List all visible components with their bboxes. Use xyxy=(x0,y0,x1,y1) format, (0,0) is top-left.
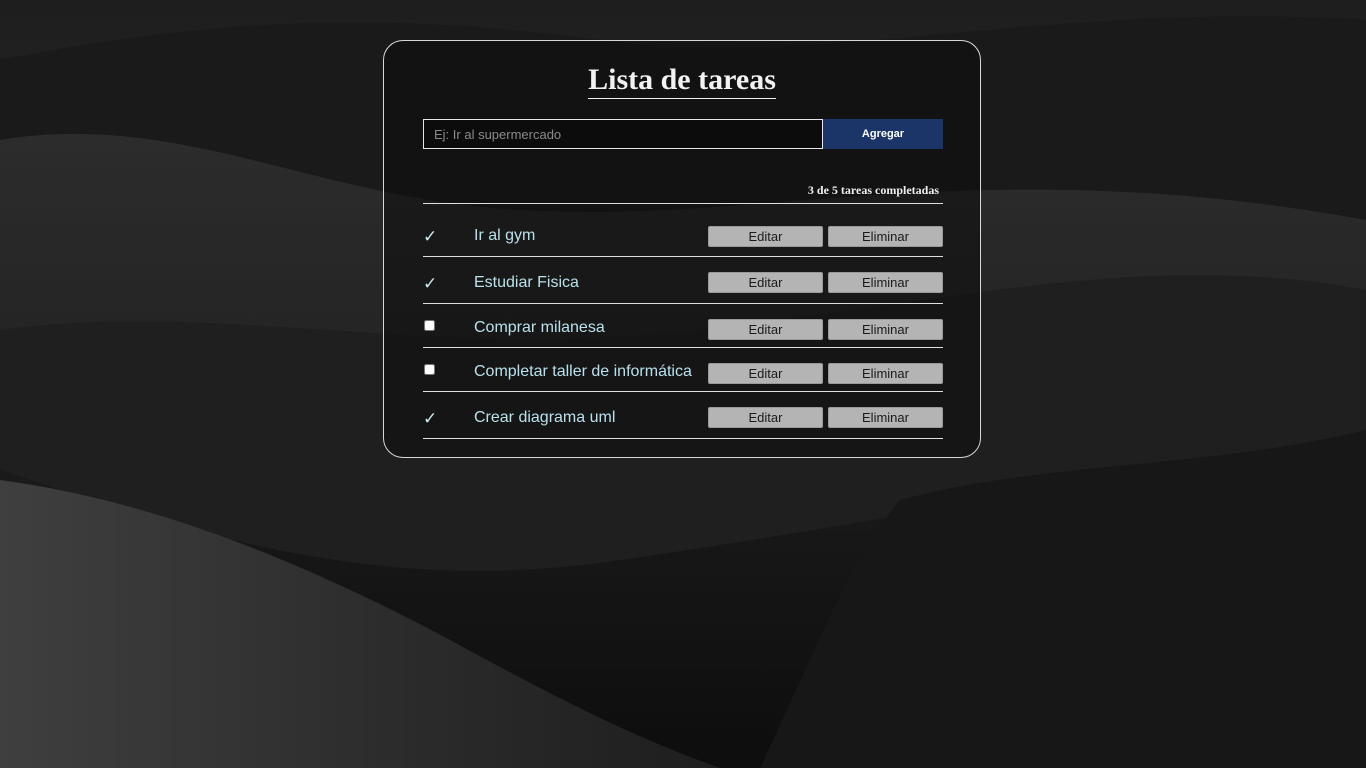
add-task-form: Agregar xyxy=(423,119,943,149)
edit-button[interactable]: Editar xyxy=(708,272,823,293)
todo-card: Lista de tareas Agregar 3 de 5 tareas co… xyxy=(383,40,981,458)
delete-button[interactable]: Eliminar xyxy=(828,407,943,428)
edit-button[interactable]: Editar xyxy=(708,319,823,340)
completion-counter: 3 de 5 tareas completadas xyxy=(423,183,943,204)
task-text: Ir al gym xyxy=(474,227,536,244)
edit-button[interactable]: Editar xyxy=(708,407,823,428)
title-wrapper: Lista de tareas xyxy=(384,63,980,99)
task-row: ✓ Crear diagrama uml Editar Eliminar xyxy=(423,392,943,439)
completion-counter-text: 3 de 5 tareas completadas xyxy=(807,183,939,197)
task-text: Comprar milanesa xyxy=(474,319,605,336)
task-checkbox[interactable] xyxy=(424,320,435,331)
task-text: Crear diagrama uml xyxy=(474,409,616,426)
task-text: Completar taller de informática xyxy=(474,363,692,380)
add-button[interactable]: Agregar xyxy=(823,119,943,149)
delete-button[interactable]: Eliminar xyxy=(828,319,943,340)
checkmark-icon[interactable]: ✓ xyxy=(423,228,437,246)
task-row: ✓ Estudiar Fisica Editar Eliminar xyxy=(423,257,943,304)
delete-button[interactable]: Eliminar xyxy=(828,272,943,293)
task-input[interactable] xyxy=(423,119,823,149)
task-text: Estudiar Fisica xyxy=(474,274,579,291)
edit-button[interactable]: Editar xyxy=(708,363,823,384)
checkmark-icon[interactable]: ✓ xyxy=(423,275,437,293)
delete-button[interactable]: Eliminar xyxy=(828,226,943,247)
task-row: ✓ Ir al gym Editar Eliminar xyxy=(423,204,943,257)
delete-button[interactable]: Eliminar xyxy=(828,363,943,384)
task-checkbox[interactable] xyxy=(424,364,435,375)
task-list: ✓ Ir al gym Editar Eliminar ✓ Estudiar F… xyxy=(423,204,943,439)
task-row: Completar taller de informática Editar E… xyxy=(423,348,943,392)
edit-button[interactable]: Editar xyxy=(708,226,823,247)
checkmark-icon[interactable]: ✓ xyxy=(423,410,437,428)
page-title: Lista de tareas xyxy=(588,63,776,99)
task-row: Comprar milanesa Editar Eliminar xyxy=(423,304,943,348)
